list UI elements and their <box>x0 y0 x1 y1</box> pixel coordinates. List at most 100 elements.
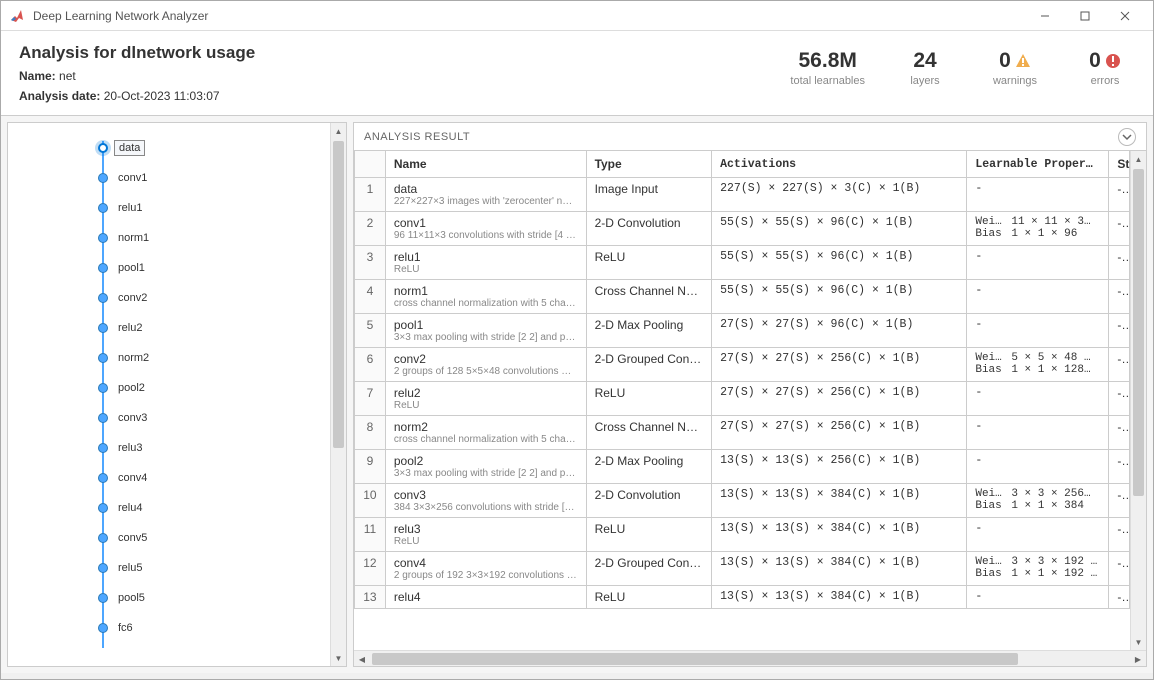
graph-node-label: conv4 <box>114 471 151 485</box>
graph-node-dot[interactable] <box>98 473 108 483</box>
graph-node-label: conv5 <box>114 531 151 545</box>
graph-node-dot[interactable] <box>98 623 108 633</box>
table-row[interactable]: 9pool23×3 max pooling with stride [2 2] … <box>355 450 1130 484</box>
graph-node-relu1[interactable]: relu1 <box>98 193 330 223</box>
table-scrollbar-h[interactable]: ◀ ▶ <box>354 650 1146 666</box>
maximize-button[interactable] <box>1065 2 1105 30</box>
row-activations: 227(S) × 227(S) × 3(C) × 1(B) <box>712 178 967 212</box>
table-row[interactable]: 2conv196 11×11×3 convolutions with strid… <box>355 212 1130 246</box>
row-activations: 13(S) × 13(S) × 256(C) × 1(B) <box>712 450 967 484</box>
graph-node-dot[interactable] <box>98 233 108 243</box>
scroll-down-icon[interactable]: ▼ <box>331 650 346 666</box>
graph-node-conv2[interactable]: conv2 <box>98 283 330 313</box>
row-type: Cross Channel Norm… <box>586 416 712 450</box>
row-activations: 13(S) × 13(S) × 384(C) × 1(B) <box>712 552 967 586</box>
graph-node-label: relu4 <box>114 501 146 515</box>
row-states: - <box>1109 552 1130 586</box>
table-row[interactable]: 13relu4ReLU13(S) × 13(S) × 384(C) × 1(B)… <box>355 586 1130 609</box>
stat-layers: 24 layers <box>895 49 955 87</box>
col-activations[interactable]: Activations <box>712 151 967 178</box>
graph-node-conv4[interactable]: conv4 <box>98 463 330 493</box>
minimize-button[interactable] <box>1025 2 1065 30</box>
graph-node-label: relu2 <box>114 321 146 335</box>
graph-node-dot[interactable] <box>98 503 108 513</box>
table-row[interactable]: 5pool13×3 max pooling with stride [2 2] … <box>355 314 1130 348</box>
scroll-down-icon[interactable]: ▼ <box>1131 634 1146 650</box>
col-index[interactable] <box>355 151 386 178</box>
graph-node-dot[interactable] <box>98 323 108 333</box>
graph-node-conv3[interactable]: conv3 <box>98 403 330 433</box>
graph-node-pool1[interactable]: pool1 <box>98 253 330 283</box>
graph-node-pool5[interactable]: pool5 <box>98 583 330 613</box>
row-type: 2-D Max Pooling <box>586 314 712 348</box>
row-index: 8 <box>355 416 386 450</box>
table-row[interactable]: 8norm2cross channel normalization with 5… <box>355 416 1130 450</box>
network-graph-panel: dataconv1relu1norm1pool1conv2 relu2 norm2 p… <box>7 122 347 667</box>
scroll-up-icon[interactable]: ▲ <box>331 123 346 139</box>
graph-node-dot[interactable] <box>98 443 108 453</box>
graph-node-dot[interactable] <box>98 533 108 543</box>
table-row[interactable]: 11relu3ReLUReLU13(S) × 13(S) × 384(C) × … <box>355 518 1130 552</box>
graph-node-label: pool2 <box>114 381 149 395</box>
col-type[interactable]: Type <box>586 151 712 178</box>
table-row[interactable]: 10conv3384 3×3×256 convolutions with str… <box>355 484 1130 518</box>
analysis-result-panel: ANALYSIS RESULT Name Type Activations Le… <box>353 122 1147 667</box>
row-type: ReLU <box>586 586 712 609</box>
graph-node-conv5[interactable]: conv5 <box>98 523 330 553</box>
graph-node-norm2[interactable]: norm2 <box>98 343 330 373</box>
graph-node-data[interactable]: data <box>98 133 330 163</box>
col-name[interactable]: Name <box>385 151 586 178</box>
row-index: 12 <box>355 552 386 586</box>
scroll-left-icon[interactable]: ◀ <box>354 651 370 667</box>
graph-scrollbar[interactable]: ▲ ▼ <box>330 123 346 666</box>
row-index: 5 <box>355 314 386 348</box>
col-learnable[interactable]: Learnable Proper… <box>967 151 1109 178</box>
graph-node-relu4[interactable]: relu4 <box>98 493 330 523</box>
graph-node-dot[interactable] <box>98 353 108 363</box>
scroll-right-icon[interactable]: ▶ <box>1130 651 1146 667</box>
col-states[interactable]: St <box>1109 151 1130 178</box>
graph-node-label: fc6 <box>114 621 137 635</box>
collapse-button[interactable] <box>1118 128 1136 146</box>
network-graph[interactable]: dataconv1relu1norm1pool1conv2 relu2 norm2 p… <box>8 123 330 666</box>
graph-node-dot[interactable] <box>98 563 108 573</box>
graph-node-dot[interactable] <box>98 263 108 273</box>
panel-heading: ANALYSIS RESULT <box>364 131 470 143</box>
graph-node-relu5[interactable]: relu5 <box>98 553 330 583</box>
row-type: 2-D Grouped Convo… <box>586 348 712 382</box>
row-activations: 13(S) × 13(S) × 384(C) × 1(B) <box>712 586 967 609</box>
row-name: relu1ReLU <box>385 246 586 280</box>
graph-node-pool2[interactable]: pool2 <box>98 373 330 403</box>
close-button[interactable] <box>1105 2 1145 30</box>
scroll-up-icon[interactable]: ▲ <box>1131 151 1146 167</box>
graph-node-relu3[interactable]: relu3 <box>98 433 330 463</box>
row-name: conv22 groups of 128 5×5×48 convolutions… <box>385 348 586 382</box>
table-row[interactable]: 4norm1cross channel normalization with 5… <box>355 280 1130 314</box>
row-learnable: - <box>967 178 1109 212</box>
table-scrollbar-v[interactable]: ▲ ▼ <box>1130 151 1146 650</box>
graph-node-fc6[interactable]: fc6 <box>98 613 330 643</box>
page-title: Analysis for dlnetwork usage <box>19 43 255 63</box>
graph-node-dot[interactable] <box>98 173 108 183</box>
header: Analysis for dlnetwork usage Name: net A… <box>1 31 1153 116</box>
graph-node-norm1[interactable]: norm1 <box>98 223 330 253</box>
graph-node-dot[interactable] <box>98 413 108 423</box>
row-activations: 27(S) × 27(S) × 96(C) × 1(B) <box>712 314 967 348</box>
table-row[interactable]: 3relu1ReLUReLU55(S) × 55(S) × 96(C) × 1(… <box>355 246 1130 280</box>
graph-node-dot[interactable] <box>98 293 108 303</box>
graph-node-dot[interactable] <box>98 593 108 603</box>
result-table-wrap[interactable]: Name Type Activations Learnable Proper… … <box>354 151 1130 650</box>
graph-node-relu2[interactable]: relu2 <box>98 313 330 343</box>
header-name: Name: net <box>19 69 255 83</box>
table-row[interactable]: 12conv42 groups of 192 3×3×192 convoluti… <box>355 552 1130 586</box>
graph-node-conv1[interactable]: conv1 <box>98 163 330 193</box>
graph-node-dot[interactable] <box>98 203 108 213</box>
row-states: - <box>1109 484 1130 518</box>
header-date: Analysis date: 20-Oct-2023 11:03:07 <box>19 89 255 103</box>
table-row[interactable]: 1data227×227×3 images with 'zerocenter' … <box>355 178 1130 212</box>
graph-node-dot[interactable] <box>98 143 108 153</box>
graph-node-dot[interactable] <box>98 383 108 393</box>
table-row[interactable]: 6conv22 groups of 128 5×5×48 convolution… <box>355 348 1130 382</box>
table-row[interactable]: 7relu2ReLUReLU27(S) × 27(S) × 256(C) × 1… <box>355 382 1130 416</box>
window-title: Deep Learning Network Analyzer <box>33 9 1025 23</box>
